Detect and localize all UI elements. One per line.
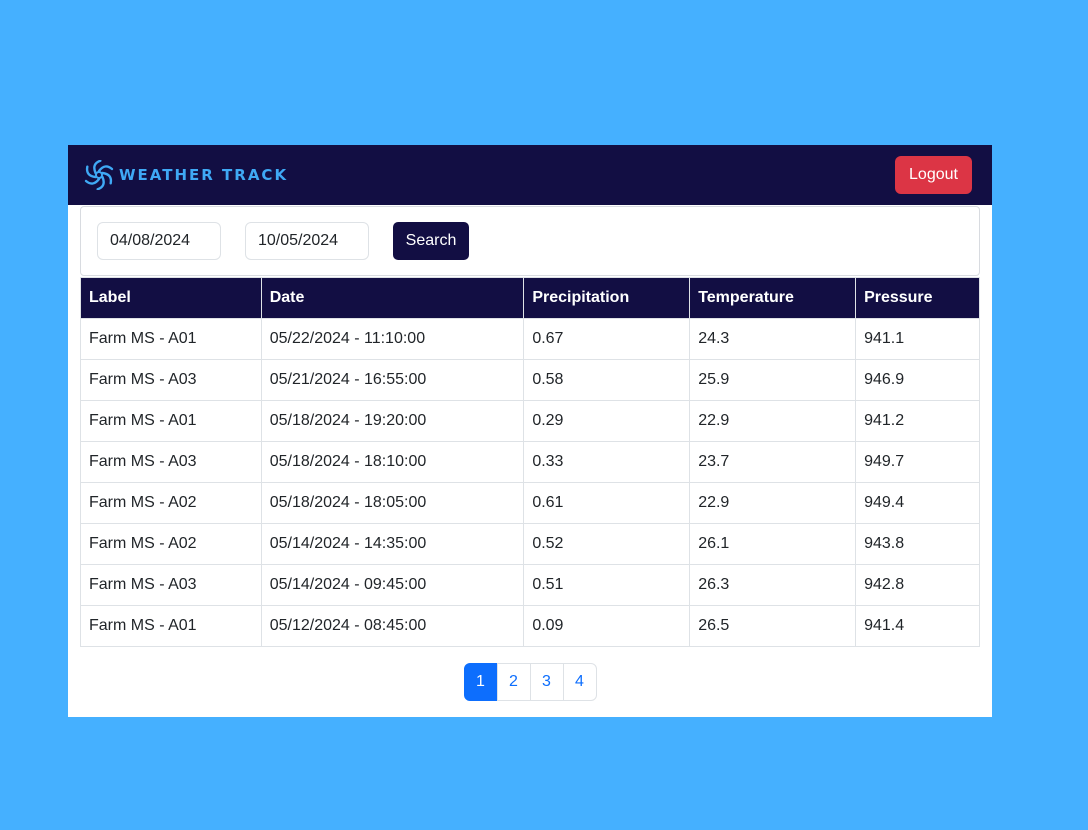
- cell-precipitation: 0.51: [523, 564, 691, 606]
- cell-precipitation: 0.52: [523, 523, 691, 565]
- page-button-2[interactable]: 2: [496, 663, 531, 701]
- main-content: Search Label Date Precipitation Temperat…: [68, 206, 992, 701]
- table-row: Farm MS - A01 05/12/2024 - 08:45:00 0.09…: [80, 605, 980, 647]
- cell-precipitation: 0.09: [523, 605, 691, 647]
- start-date-input[interactable]: [97, 222, 221, 260]
- page-button-3[interactable]: 3: [529, 663, 564, 701]
- cell-date: 05/21/2024 - 16:55:00: [260, 359, 525, 401]
- cell-label: Farm MS - A03: [80, 441, 262, 483]
- table-row: Farm MS - A02 05/14/2024 - 14:35:00 0.52…: [80, 523, 980, 565]
- swirl-logo-icon: [84, 160, 114, 190]
- cell-temperature: 26.5: [689, 605, 857, 647]
- cell-pressure: 946.9: [855, 359, 980, 401]
- cell-label: Farm MS - A03: [80, 359, 262, 401]
- pagination: 1 2 3 4: [80, 663, 980, 701]
- cell-temperature: 22.9: [689, 482, 857, 524]
- cell-date: 05/22/2024 - 11:10:00: [260, 318, 525, 360]
- table-row: Farm MS - A03 05/21/2024 - 16:55:00 0.58…: [80, 359, 980, 401]
- cell-label: Farm MS - A01: [80, 400, 262, 442]
- cell-date: 05/14/2024 - 09:45:00: [260, 564, 525, 606]
- cell-label: Farm MS - A02: [80, 523, 262, 565]
- cell-label: Farm MS - A02: [80, 482, 262, 524]
- table-header-row: Label Date Precipitation Temperature Pre…: [80, 277, 980, 319]
- column-header-precipitation[interactable]: Precipitation: [523, 277, 691, 319]
- cell-date: 05/18/2024 - 19:20:00: [260, 400, 525, 442]
- brand[interactable]: WEATHER TRACK: [84, 160, 288, 190]
- cell-precipitation: 0.29: [523, 400, 691, 442]
- cell-pressure: 941.2: [855, 400, 980, 442]
- cell-date: 05/18/2024 - 18:05:00: [260, 482, 525, 524]
- cell-label: Farm MS - A01: [80, 318, 262, 360]
- logout-button[interactable]: Logout: [895, 156, 972, 194]
- table-row: Farm MS - A01 05/22/2024 - 11:10:00 0.67…: [80, 318, 980, 360]
- cell-precipitation: 0.58: [523, 359, 691, 401]
- cell-label: Farm MS - A03: [80, 564, 262, 606]
- page-button-4[interactable]: 4: [562, 663, 597, 701]
- table-row: Farm MS - A03 05/14/2024 - 09:45:00 0.51…: [80, 564, 980, 606]
- table-row: Farm MS - A03 05/18/2024 - 18:10:00 0.33…: [80, 441, 980, 483]
- column-header-label[interactable]: Label: [80, 277, 262, 319]
- cell-precipitation: 0.61: [523, 482, 691, 524]
- navbar: WEATHER TRACK Logout: [68, 145, 992, 205]
- cell-temperature: 25.9: [689, 359, 857, 401]
- end-date-input[interactable]: [245, 222, 369, 260]
- column-header-pressure[interactable]: Pressure: [855, 277, 980, 319]
- cell-label: Farm MS - A01: [80, 605, 262, 647]
- cell-pressure: 943.8: [855, 523, 980, 565]
- cell-precipitation: 0.67: [523, 318, 691, 360]
- cell-pressure: 942.8: [855, 564, 980, 606]
- cell-temperature: 26.3: [689, 564, 857, 606]
- cell-pressure: 941.1: [855, 318, 980, 360]
- table-row: Farm MS - A02 05/18/2024 - 18:05:00 0.61…: [80, 482, 980, 524]
- column-header-date[interactable]: Date: [260, 277, 525, 319]
- table-row: Farm MS - A01 05/18/2024 - 19:20:00 0.29…: [80, 400, 980, 442]
- filter-bar: Search: [80, 206, 980, 276]
- cell-temperature: 22.9: [689, 400, 857, 442]
- cell-temperature: 26.1: [689, 523, 857, 565]
- cell-pressure: 949.4: [855, 482, 980, 524]
- app-window: WEATHER TRACK Logout Search Label Date P…: [68, 145, 992, 717]
- cell-pressure: 941.4: [855, 605, 980, 647]
- cell-precipitation: 0.33: [523, 441, 691, 483]
- cell-date: 05/14/2024 - 14:35:00: [260, 523, 525, 565]
- brand-name: WEATHER TRACK: [119, 166, 289, 184]
- column-header-temperature[interactable]: Temperature: [689, 277, 857, 319]
- cell-date: 05/18/2024 - 18:10:00: [260, 441, 525, 483]
- cell-pressure: 949.7: [855, 441, 980, 483]
- readings-table: Label Date Precipitation Temperature Pre…: [80, 277, 980, 647]
- search-button[interactable]: Search: [393, 222, 469, 260]
- cell-temperature: 24.3: [689, 318, 857, 360]
- page-button-1[interactable]: 1: [463, 663, 498, 701]
- cell-date: 05/12/2024 - 08:45:00: [260, 605, 525, 647]
- cell-temperature: 23.7: [689, 441, 857, 483]
